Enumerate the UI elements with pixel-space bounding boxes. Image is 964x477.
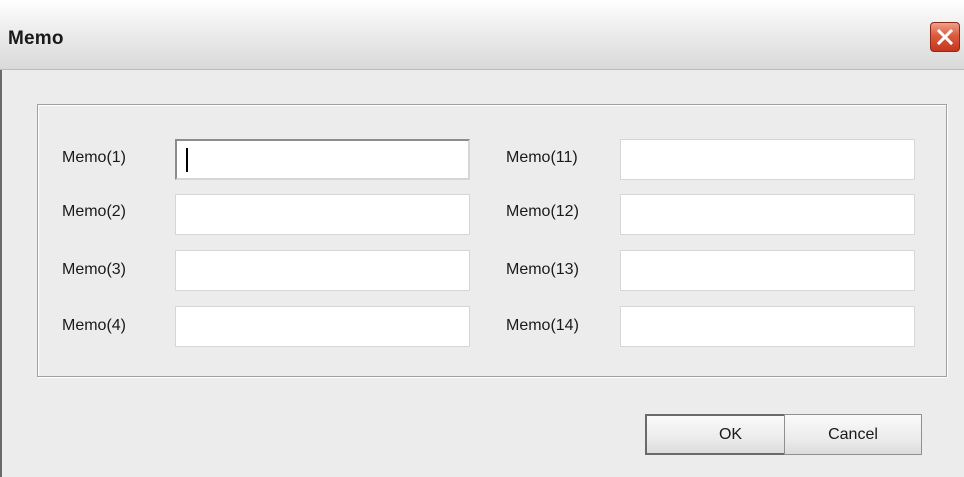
memo-14-label: Memo(14) <box>506 317 579 334</box>
memo-1-field[interactable] <box>175 139 470 180</box>
window-left-border <box>0 70 2 477</box>
close-icon <box>936 28 954 46</box>
window-title: Memo <box>8 28 64 49</box>
memo-4-label: Memo(4) <box>62 317 127 334</box>
memo-2-field[interactable] <box>175 194 470 235</box>
memo-1-label: Memo(1) <box>62 149 127 166</box>
close-button[interactable] <box>930 22 960 52</box>
memo-12-field[interactable] <box>620 194 915 235</box>
memo-11-label: Memo(11) <box>506 149 578 166</box>
memo-11-field[interactable] <box>620 139 915 180</box>
memo-2-label: Memo(2) <box>62 203 127 220</box>
cancel-button[interactable]: Cancel <box>784 414 922 455</box>
memo-4-field[interactable] <box>175 306 470 347</box>
memo-3-label: Memo(3) <box>62 261 127 278</box>
memo-12-label: Memo(12) <box>506 203 579 220</box>
memo-13-label: Memo(13) <box>506 261 579 278</box>
text-caret <box>186 148 188 172</box>
memo-13-field[interactable] <box>620 250 915 291</box>
memo-3-field[interactable] <box>175 250 470 291</box>
memo-14-field[interactable] <box>620 306 915 347</box>
title-bar[interactable]: Memo <box>0 0 964 70</box>
memo-dialog: Memo Memo(1) Memo(2) Memo(3) Memo(4) Mem… <box>0 0 964 477</box>
